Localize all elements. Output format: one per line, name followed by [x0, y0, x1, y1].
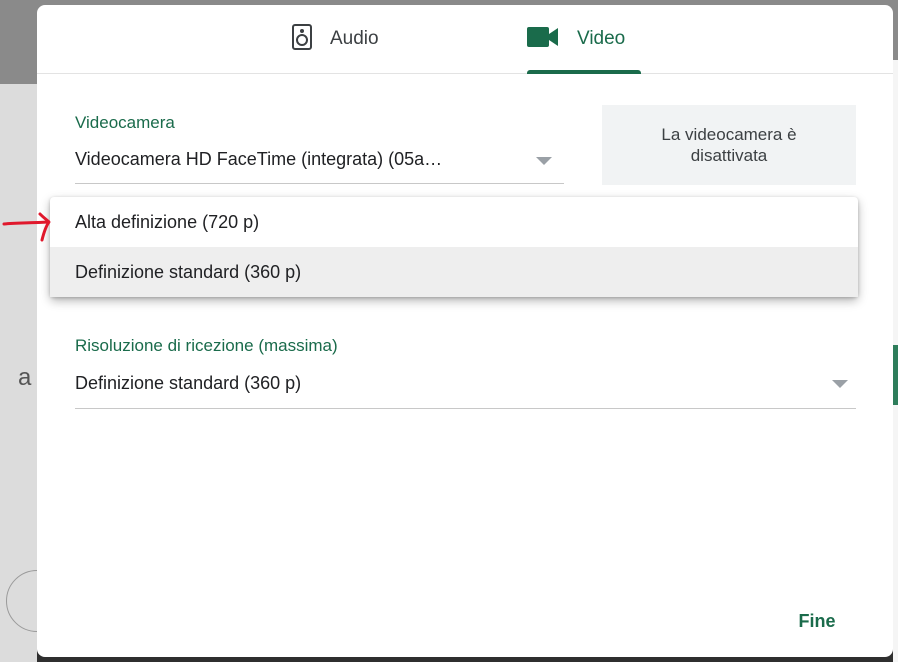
chevron-down-icon: [832, 380, 848, 388]
tab-video[interactable]: Video: [527, 5, 625, 73]
speaker-icon: [292, 23, 312, 55]
tab-audio-label: Audio: [330, 28, 379, 49]
background-partial-text: a: [18, 364, 32, 391]
camera-off-preview: La videocamera è disattivata: [602, 105, 856, 185]
tab-audio[interactable]: Audio: [292, 5, 379, 73]
tab-video-label: Video: [577, 28, 626, 49]
videocam-icon: [527, 26, 559, 53]
menu-option-hd[interactable]: Alta definizione (720 p): [50, 197, 858, 247]
menu-option-sd[interactable]: Definizione standard (360 p): [50, 247, 858, 297]
camera-off-text: La videocamera è disattivata: [661, 125, 797, 165]
camera-select-underline: [75, 183, 564, 184]
settings-dialog: Audio Video Videocamera Videocamera HD F…: [37, 5, 893, 657]
done-button[interactable]: Fine: [782, 603, 852, 639]
camera-select-value: Videocamera HD FaceTime (integrata) (05a…: [75, 149, 443, 169]
receive-resolution-label: Risoluzione di ricezione (massima): [75, 336, 338, 355]
receive-resolution-value: Definizione standard (360 p): [75, 373, 302, 393]
receive-resolution-underline: [75, 408, 856, 409]
camera-label: Videocamera: [75, 113, 175, 132]
background-green-strip: [893, 345, 898, 405]
tab-bar: Audio Video: [37, 5, 893, 74]
menu-option-hd-label: Alta definizione (720 p): [75, 211, 260, 232]
menu-option-sd-label: Definizione standard (360 p): [75, 261, 302, 282]
send-resolution-menu: Alta definizione (720 p) Definizione sta…: [50, 197, 858, 297]
annotation-arrow-icon: [2, 210, 54, 255]
active-tab-indicator: [527, 70, 641, 74]
chevron-down-icon: [536, 157, 552, 165]
